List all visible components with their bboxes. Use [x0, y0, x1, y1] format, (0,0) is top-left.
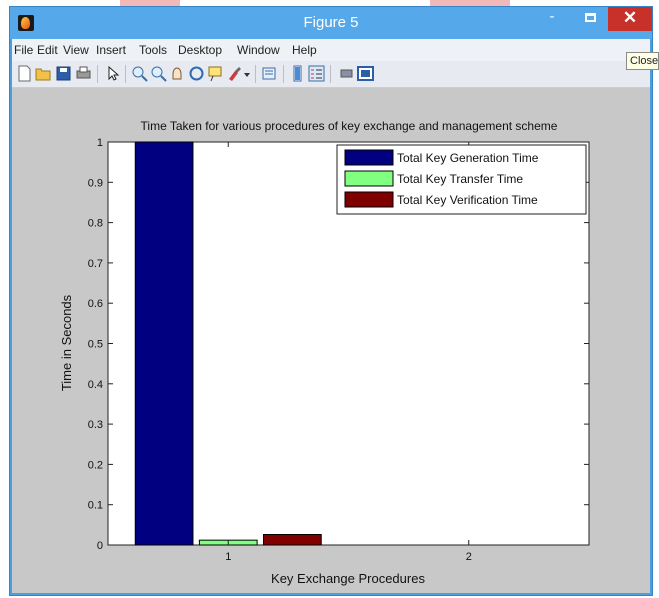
toolbar-separator: [125, 65, 126, 83]
legend-entry-label: Total Key Verification Time: [397, 193, 538, 207]
zoom-in-icon[interactable]: [131, 65, 148, 82]
y-tick-label: 0.7: [88, 258, 103, 270]
y-tick-label: 0: [97, 540, 103, 552]
save-icon[interactable]: [55, 65, 72, 82]
open-file-icon[interactable]: [35, 65, 52, 82]
menu-file[interactable]: File: [14, 43, 33, 57]
menu-edit[interactable]: Edit: [37, 43, 58, 57]
y-tick-label: 0.1: [88, 500, 103, 512]
menu-desktop[interactable]: Desktop: [178, 43, 222, 57]
toolbar-separator: [330, 65, 331, 83]
menu-bar: File Edit View Insert Tools Desktop Wind…: [12, 39, 650, 61]
menu-insert[interactable]: Insert: [96, 43, 126, 57]
y-tick-label: 0.8: [88, 218, 103, 230]
bar-chart: Time Taken for various procedures of key…: [59, 119, 590, 586]
y-tick-label: 0.9: [88, 177, 103, 189]
figure-plot-area: Time Taken for various procedures of key…: [12, 88, 650, 593]
hide-plot-tools-icon[interactable]: [338, 65, 355, 82]
y-tick-label: 0.5: [88, 339, 103, 351]
menu-help[interactable]: Help: [292, 43, 317, 57]
y-tick-label: 0.2: [88, 459, 103, 471]
menu-tools[interactable]: Tools: [139, 43, 167, 57]
minimize-button[interactable]: -: [535, 7, 569, 31]
x-tick-label: 1: [225, 551, 231, 563]
title-bar[interactable]: Figure 5 - ✕: [10, 7, 652, 39]
menu-view[interactable]: View: [63, 43, 89, 57]
rotate-icon[interactable]: [188, 65, 205, 82]
y-tick-label: 1: [97, 137, 103, 149]
pan-icon[interactable]: [169, 65, 186, 82]
figure-window: Figure 5 - ✕ File Edit View Insert Tools…: [9, 6, 653, 596]
legend-swatch: [344, 149, 394, 166]
x-axis-label: Key Exchange Procedures: [271, 571, 425, 586]
toolbar-separator: [283, 65, 284, 83]
chart-title: Time Taken for various procedures of key…: [141, 119, 558, 133]
colorbar-icon[interactable]: [289, 65, 306, 82]
maximize-button[interactable]: [573, 7, 607, 31]
legend-icon[interactable]: [308, 65, 325, 82]
y-tick-label: 0.3: [88, 419, 103, 431]
legend-swatch: [344, 170, 394, 187]
close-button[interactable]: ✕: [608, 7, 652, 31]
zoom-out-icon[interactable]: [150, 65, 167, 82]
y-axis-label: Time in Seconds: [59, 294, 74, 391]
chart-legend[interactable]: Total Key Generation Time Total Key Trans…: [336, 144, 587, 215]
x-tick-label: 2: [466, 551, 472, 563]
print-icon[interactable]: [75, 65, 92, 82]
legend-entry-label: Total Key Transfer Time: [397, 172, 523, 186]
brush-dropdown-icon[interactable]: [243, 65, 252, 82]
y-tick-label: 0.6: [88, 298, 103, 310]
figure-toolbar: [12, 61, 650, 88]
legend-entry-label: Total Key Generation Time: [397, 151, 539, 165]
brush-icon[interactable]: [226, 65, 243, 82]
menu-window[interactable]: Window: [237, 43, 280, 57]
new-figure-icon[interactable]: [16, 65, 33, 82]
pointer-icon[interactable]: [104, 65, 121, 82]
maximize-icon: [585, 13, 596, 22]
y-tick-label: 0.4: [88, 379, 103, 391]
bar-total-key-generation-time-1: [134, 141, 194, 546]
data-cursor-icon[interactable]: [207, 65, 224, 82]
legend-swatch: [344, 191, 394, 208]
close-tooltip: Close: [626, 52, 659, 70]
toolbar-separator: [97, 65, 98, 83]
bar-total-key-verification-time-1: [263, 534, 322, 546]
show-plot-tools-icon[interactable]: [357, 65, 374, 82]
toolbar-separator: [255, 65, 256, 83]
link-icon[interactable]: [261, 65, 278, 82]
